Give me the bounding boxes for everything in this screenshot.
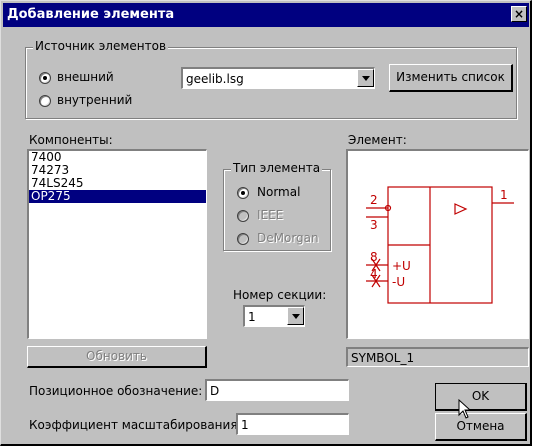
mouse-cursor-icon [458,399,472,419]
external-radio[interactable] [39,72,51,84]
scale-label: Коэффициент масштабирования: [29,418,242,432]
normal-label[interactable]: Normal [257,185,300,199]
scale-input[interactable]: 1 [236,413,349,435]
ok-label: OK [471,389,490,403]
minus-u-label: -U [392,275,405,289]
pin-3-label: 3 [370,218,378,232]
normal-radio[interactable] [237,187,249,199]
element-type-label: Тип элемента [231,161,323,175]
ieee-radio [237,210,249,222]
element-preview-label: Элемент: [348,133,407,147]
external-label[interactable]: внешний [57,70,114,84]
section-combo[interactable]: 1 [243,305,305,327]
pin-1-label: 1 [500,188,508,202]
designator-value: D [210,384,220,398]
library-value: geelib.lsg [186,72,244,86]
window-title: Добавление элемента [7,7,175,22]
cancel-button[interactable]: Отмена [435,413,527,441]
change-list-label: Изменить список [396,70,505,84]
section-dropdown-button[interactable] [287,307,304,325]
update-label: Обновить [86,349,147,363]
scale-value: 1 [241,418,249,432]
library-dropdown-button[interactable] [357,69,374,87]
internal-radio[interactable] [39,95,51,107]
designator-label: Позиционное обозначение: [29,384,203,398]
title-bar: Добавление элемента × [3,3,529,27]
pin-2-label: 2 [370,193,378,207]
pin-4-label: 4 [370,267,378,281]
symbol-name-field: SYMBOL_1 [346,347,529,367]
update-button: Обновить [27,346,207,368]
library-combo[interactable]: geelib.lsg [181,67,375,89]
section-value: 1 [248,310,256,324]
demorgan-radio [237,233,249,245]
buffer-triangle-icon [454,203,468,215]
source-group-label: Источник элементов [33,39,169,53]
internal-label[interactable]: внутренний [57,93,132,107]
add-element-dialog: Добавление элемента × Источник элементов… [0,0,532,446]
components-label: Компоненты: [29,133,113,147]
demorgan-label: DeMorgan [257,231,319,245]
change-list-button[interactable]: Изменить список [389,64,513,92]
symbol-graphic: 1 2 3 8 4 +U -U [366,186,514,304]
cancel-label: Отмена [456,419,505,433]
components-list[interactable]: 7400 74273 74LS245 OP275 [27,149,207,339]
symbol-name-value: SYMBOL_1 [351,351,415,365]
plus-u-label: +U [392,259,411,273]
section-label: Номер секции: [233,288,327,302]
close-button[interactable]: × [511,6,527,22]
designator-input[interactable]: D [205,379,349,401]
element-preview: 1 2 3 8 4 +U -U [346,149,529,339]
component-list-item[interactable]: OP275 [29,190,206,203]
close-icon: × [513,7,525,21]
ieee-label: IEEE [257,208,284,222]
ok-button[interactable]: OK [435,383,527,411]
pin-8-label: 8 [370,250,378,264]
